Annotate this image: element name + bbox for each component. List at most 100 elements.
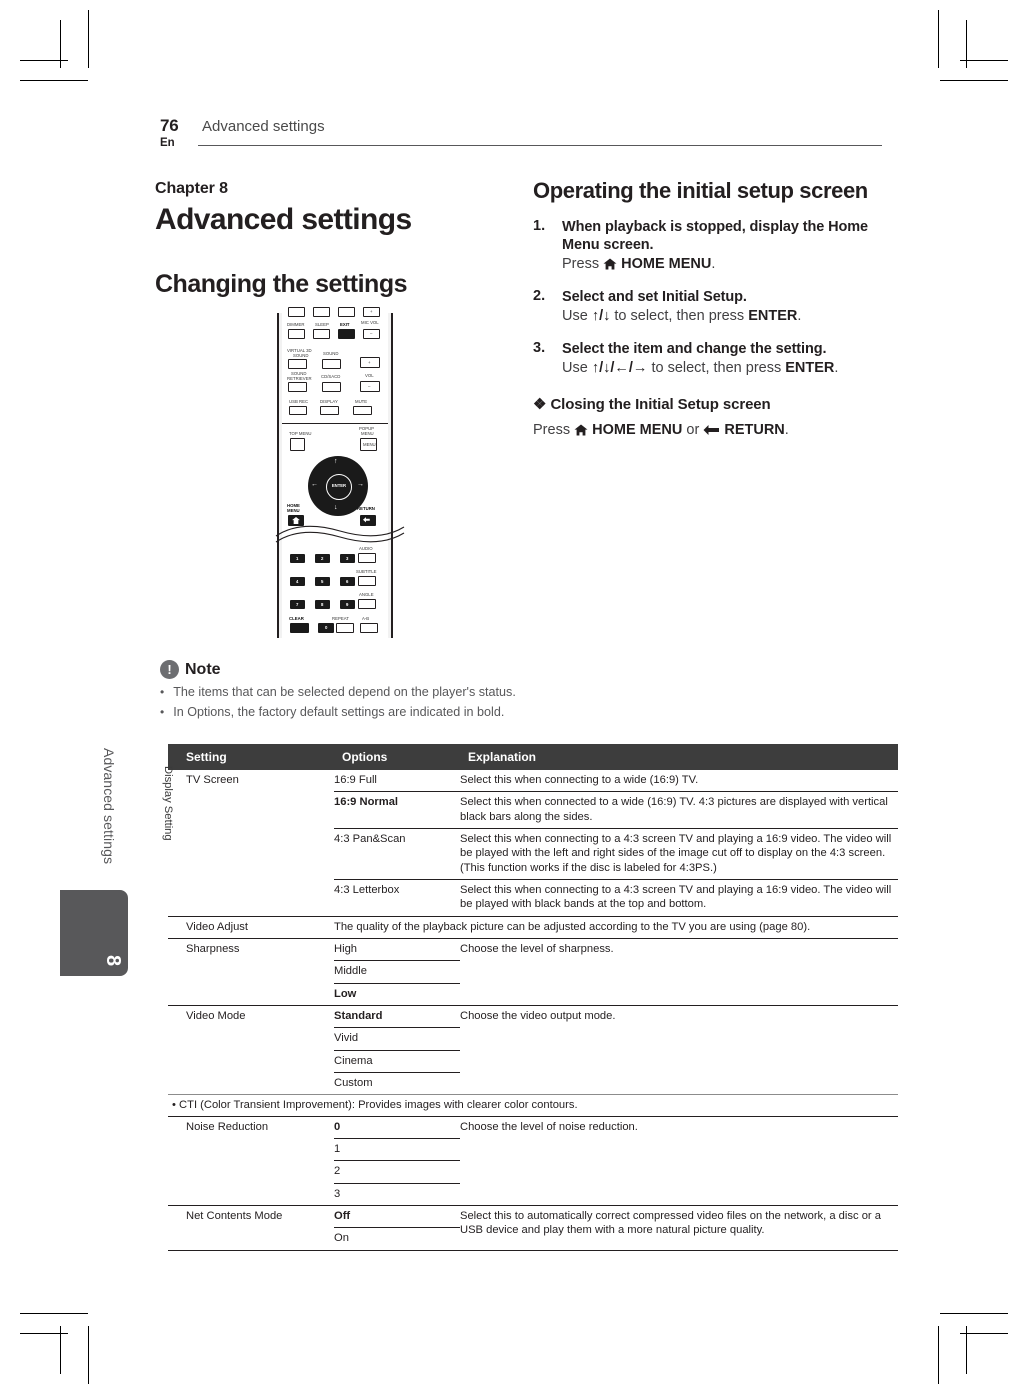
remote-label-0: 0 [325, 625, 328, 630]
cell-footnote: • CTI (Color Transient Improvement): Pro… [168, 1094, 898, 1117]
remote-button-sleep [313, 329, 330, 339]
crop-mark-top-left-h2 [20, 80, 88, 82]
remote-label-audio: AUDIO [359, 546, 373, 551]
remote-label-top-menu: TOP MENU [289, 431, 312, 436]
remote-label-mic-vol-plus: + [370, 309, 373, 314]
cell-explanation: Choose the level of noise reduction. [460, 1120, 638, 1133]
closing-heading-text: Closing the Initial Setup screen [550, 396, 771, 414]
remote-label-7: 7 [296, 602, 299, 607]
table-row: Noise Reduction 0 Choose the level of no… [168, 1116, 898, 1138]
crop-mark-bottom-left-h [20, 1333, 68, 1335]
right-column: Operating the initial setup screen 1. Wh… [533, 178, 883, 438]
note-header: ! Note [160, 660, 660, 679]
remote-label-vol-minus: – [368, 384, 371, 389]
chapter-label: Chapter 8 [155, 180, 228, 197]
step-3: 3. Select the item and change the settin… [533, 340, 883, 378]
cell-explanation: Select this when connecting to a 4:3 scr… [460, 827, 898, 880]
step-3-instruction: Use ↑/↓/←/→ to select, then press ENTER. [562, 359, 883, 378]
cell-option: Standard [334, 1004, 460, 1028]
bullet-icon: • [160, 705, 165, 720]
side-tab-chapter-box: 8 [60, 890, 128, 976]
remote-button-display [320, 406, 339, 415]
cell-option: Cinema [334, 1049, 460, 1073]
remote-button-dimmer [288, 329, 305, 339]
step-2-mid-text: to select, then press [610, 308, 749, 325]
crop-mark-top-left-h [20, 60, 68, 62]
remote-label-usb-rec: USB REC [289, 399, 309, 404]
remote-button-subtitle [358, 576, 376, 586]
crop-mark-bottom-left-v2 [88, 1326, 90, 1384]
settings-table: Setting Options Explanation TV Screen 16… [168, 744, 898, 1251]
cell-option: Custom [334, 1071, 460, 1095]
remote-label-display: DISPLAY [320, 399, 338, 404]
remote-label-clear: CLEAR [289, 616, 304, 621]
table-bottom-rule [168, 1249, 334, 1251]
page-header: 76 En Advanced settings [160, 116, 882, 156]
remote-label-sleep: SLEEP [315, 322, 329, 327]
step-2-key: ENTER [748, 308, 798, 325]
home-icon [574, 424, 588, 436]
cell-explanation: Select this when connected to a wide (16… [460, 791, 898, 829]
remote-label-sound: SOUND [323, 351, 339, 356]
note-item-text: In Options, the factory default settings… [173, 705, 505, 720]
remote-label-mic-vol: MIC VOL [361, 320, 379, 325]
remote-label-mute: MUTE [355, 399, 368, 404]
crop-mark-bottom-right-h2 [940, 1313, 1008, 1315]
remote-button-sound-retriever [288, 382, 307, 392]
cell-setting: Noise Reduction [186, 1120, 269, 1133]
step-1-press-text: Press [562, 256, 604, 273]
closing-key-return: RETURN [724, 422, 785, 439]
table-footnote-row: • CTI (Color Transient Improvement): Pro… [168, 1094, 898, 1117]
return-icon [703, 425, 720, 436]
remote-label-exit: EXIT [340, 322, 350, 327]
column-header-explanation: Explanation [460, 744, 898, 770]
closing-instruction: Press HOME MENU or RETURN. [533, 422, 883, 438]
side-tab-number: 8 [101, 954, 124, 967]
closing-key-home-menu: HOME MENU [592, 422, 683, 439]
remote-label-popup-menu-2: MENU [361, 431, 374, 436]
remote-button-ab [360, 623, 378, 633]
remote-button-mute [353, 406, 372, 415]
step-2-period: . [797, 308, 802, 325]
remote-button-top2 [313, 307, 330, 317]
remote-label-popup-menu-btn: MENU [363, 442, 376, 447]
remote-button-repeat [336, 623, 354, 633]
cell-option: Low [334, 982, 460, 1006]
remote-button-audio [358, 553, 376, 563]
table-row: Sharpness High Choose the level of sharp… [168, 937, 898, 1006]
cell-option: 16:9 Full [334, 774, 377, 786]
remote-label-3: 3 [346, 556, 349, 561]
note-label: Note [185, 660, 221, 678]
cell-setting: Video Adjust [168, 915, 334, 939]
cell-setting: Sharpness [168, 937, 334, 1006]
section-title: Changing the settings [155, 270, 408, 298]
closing-marker-icon: ❖ [533, 396, 547, 414]
remote-divider-1 [282, 423, 388, 424]
closing-press-text: Press [533, 422, 575, 439]
cell-option: On [334, 1227, 460, 1251]
table-row: TV Screen 16:9 Full Select this when con… [168, 770, 898, 792]
crop-mark-bottom-left-h2 [20, 1313, 88, 1315]
home-icon [603, 258, 617, 270]
closing-period: . [784, 422, 789, 439]
note-block: ! Note • The items that can be selected … [160, 660, 660, 720]
page-number: 76 [160, 116, 179, 135]
step-2-heading: Select and set Initial Setup. [562, 288, 747, 305]
remote-button-clear [290, 623, 309, 633]
cell-explanation: Choose the level of sharpness. [460, 937, 898, 1006]
crop-mark-top-right-h2 [940, 80, 1008, 82]
step-2-number: 2. [533, 287, 546, 304]
cell-option: 2 [334, 1160, 460, 1184]
step-3-period: . [834, 360, 839, 377]
remote-button-exit [338, 329, 355, 339]
note-item: • In Options, the factory default settin… [160, 705, 660, 719]
step-1-period: . [711, 256, 716, 273]
remote-label-vol-plus: + [368, 360, 371, 365]
crop-mark-bottom-right-h [960, 1333, 1008, 1335]
remote-label-angle: ANGLE [359, 592, 374, 597]
crop-mark-top-right-v2 [938, 10, 940, 68]
remote-button-usb-rec [289, 406, 307, 415]
note-item-text: The items that can be selected depend on… [173, 685, 516, 699]
column-header-setting: Setting [168, 744, 334, 770]
remote-label-6: 6 [346, 579, 349, 584]
